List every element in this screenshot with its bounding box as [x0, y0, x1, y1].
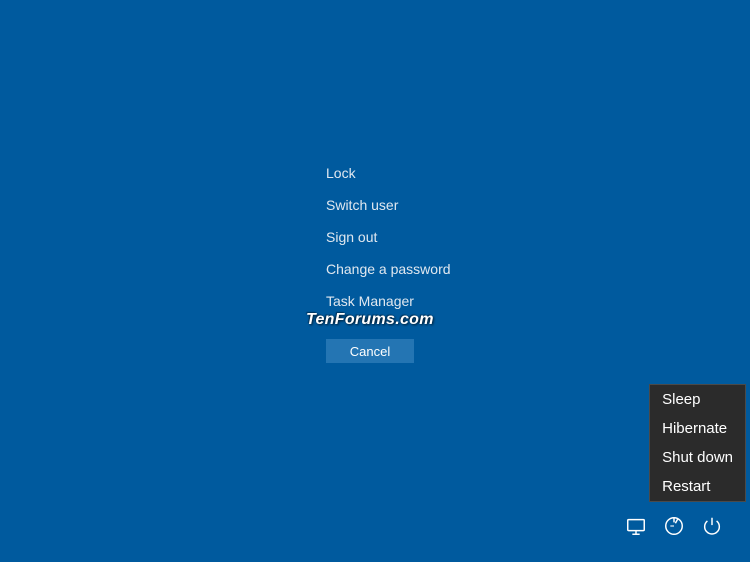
network-icon[interactable]: [624, 514, 648, 538]
power-menu-restart[interactable]: Restart: [650, 472, 745, 501]
power-menu-shut-down[interactable]: Shut down: [650, 443, 745, 472]
power-icon[interactable]: [700, 514, 724, 538]
cancel-button[interactable]: Cancel: [326, 339, 414, 363]
menu-item-lock[interactable]: Lock: [326, 157, 451, 189]
power-menu-hibernate[interactable]: Hibernate: [650, 414, 745, 443]
power-menu-sleep[interactable]: Sleep: [650, 385, 745, 414]
menu-item-switch-user[interactable]: Switch user: [326, 189, 451, 221]
security-options-menu: Lock Switch user Sign out Change a passw…: [326, 157, 451, 317]
watermark-text: TenForums.com: [306, 311, 434, 329]
menu-item-change-password[interactable]: Change a password: [326, 253, 451, 285]
menu-item-sign-out[interactable]: Sign out: [326, 221, 451, 253]
ease-of-access-icon[interactable]: [662, 514, 686, 538]
bottom-icon-row: [624, 514, 724, 538]
power-context-menu: Sleep Hibernate Shut down Restart: [649, 384, 746, 502]
